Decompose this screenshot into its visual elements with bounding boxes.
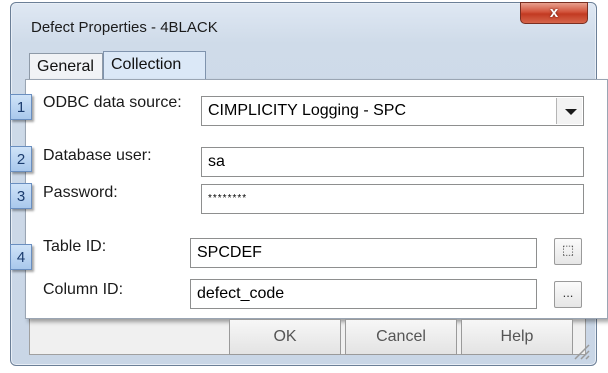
cancel-button[interactable]: Cancel: [345, 319, 457, 355]
step-badge-2: 2: [10, 146, 32, 172]
odbc-data-source-select[interactable]: CIMPLICITY Logging - SPC: [201, 96, 584, 126]
resize-grip-icon[interactable]: [572, 342, 590, 360]
window-title: Defect Properties - 4BLACK: [31, 19, 218, 36]
odbc-value: CIMPLICITY Logging - SPC: [208, 102, 407, 119]
step-badge-4: 4: [10, 244, 32, 270]
chevron-down-icon[interactable]: [556, 98, 582, 124]
column-browse-button[interactable]: ...: [554, 281, 582, 308]
close-icon: x: [549, 4, 559, 21]
tab-general[interactable]: General: [29, 53, 103, 79]
odbc-label: ODBC data source:: [43, 94, 182, 111]
ok-button[interactable]: OK: [229, 319, 341, 355]
password-label: Password:: [43, 184, 118, 201]
database-user-label: Database user:: [43, 147, 152, 164]
browse-table-icon: ⬚: [561, 242, 575, 257]
database-user-input[interactable]: sa: [201, 147, 584, 177]
ellipsis-icon: ...: [562, 285, 574, 300]
table-id-label: Table ID:: [43, 238, 107, 255]
tab-collection[interactable]: Collection: [103, 51, 206, 79]
column-id-label: Column ID:: [43, 281, 124, 298]
password-input[interactable]: ********: [201, 184, 584, 214]
help-button[interactable]: Help: [461, 319, 573, 355]
table-id-input[interactable]: SPCDEF: [190, 238, 537, 268]
step-badge-3: 3: [10, 183, 32, 209]
step-badge-1: 1: [10, 94, 32, 120]
table-browse-button[interactable]: ⬚: [554, 238, 582, 265]
close-button[interactable]: x: [520, 2, 588, 24]
column-id-input[interactable]: defect_code: [190, 279, 537, 309]
